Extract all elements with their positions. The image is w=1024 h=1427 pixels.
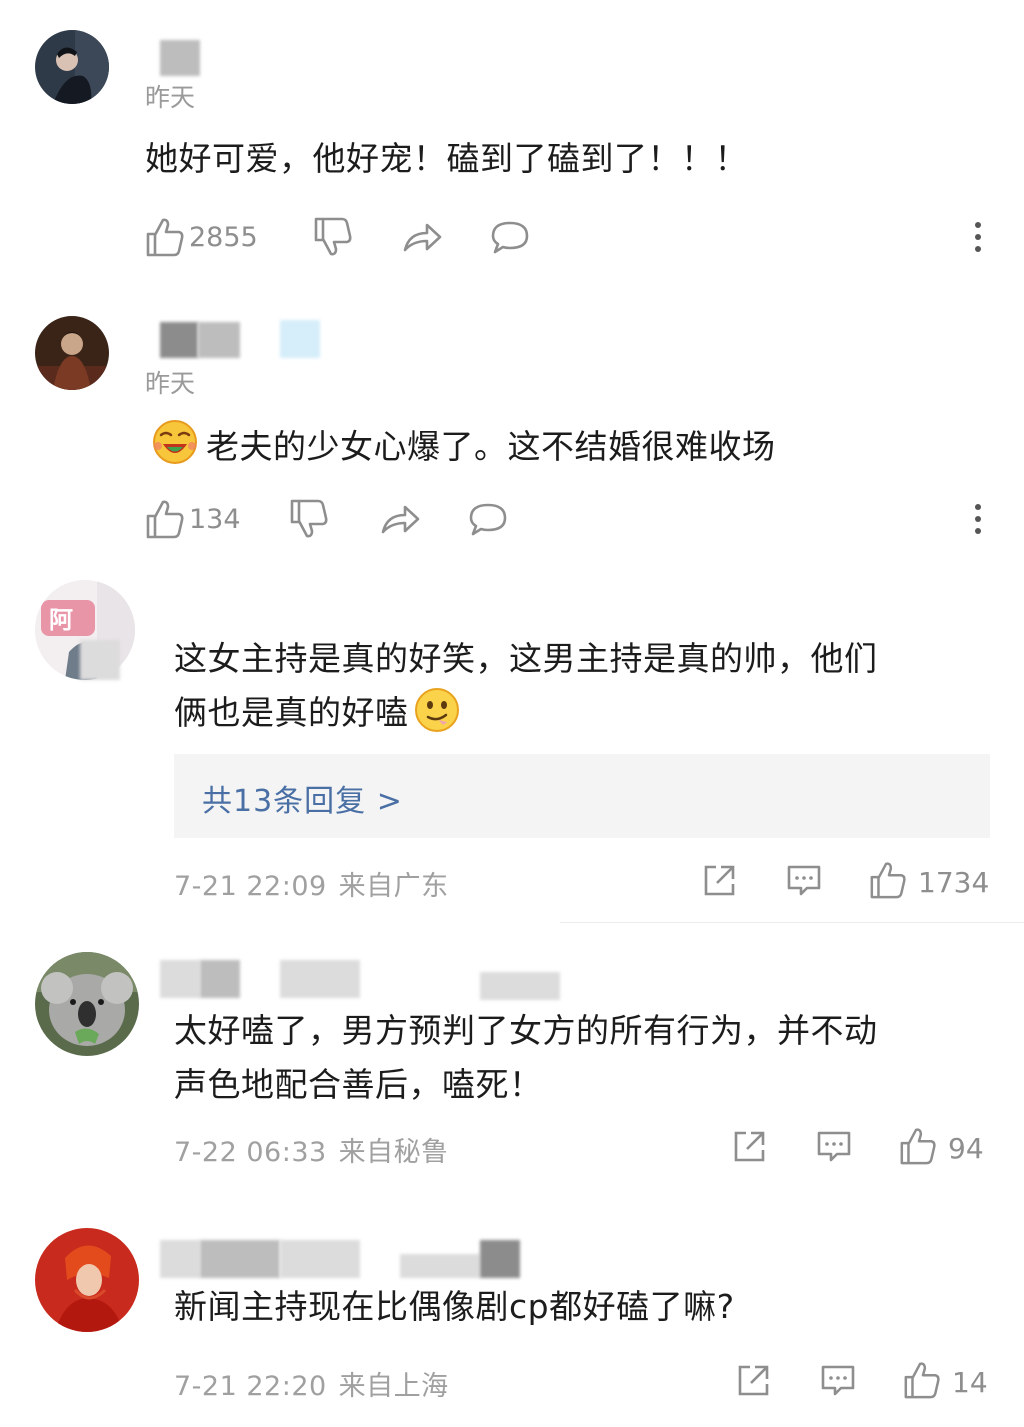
thumbs-up-icon	[902, 1360, 942, 1404]
username-redacted	[400, 1254, 480, 1278]
forward-box-icon	[736, 1362, 772, 1402]
forward-button[interactable]	[736, 1362, 772, 1402]
comment-5: 新闻主持现在比偶像剧cp都好磕了嘛? 7-21 22:20 来自上海 14	[0, 0, 1024, 1427]
comment-text: 新闻主持现在比偶像剧cp都好磕了嘛?	[174, 1287, 735, 1326]
reply-button[interactable]	[820, 1362, 856, 1402]
username-redacted	[280, 1240, 360, 1278]
like-count: 14	[952, 1365, 988, 1399]
avatar[interactable]	[35, 1228, 139, 1332]
username-redacted	[200, 1240, 280, 1278]
reply-bubble-icon	[820, 1362, 856, 1402]
comment-location: 来自上海	[338, 1371, 449, 1402]
username-redacted	[160, 1240, 200, 1278]
comment-meta: 7-21 22:20 来自上海	[174, 1364, 449, 1403]
like-button[interactable]: 14	[902, 1360, 988, 1404]
comment-date: 7-21 22:20	[174, 1371, 327, 1402]
username-redacted	[480, 1240, 520, 1278]
